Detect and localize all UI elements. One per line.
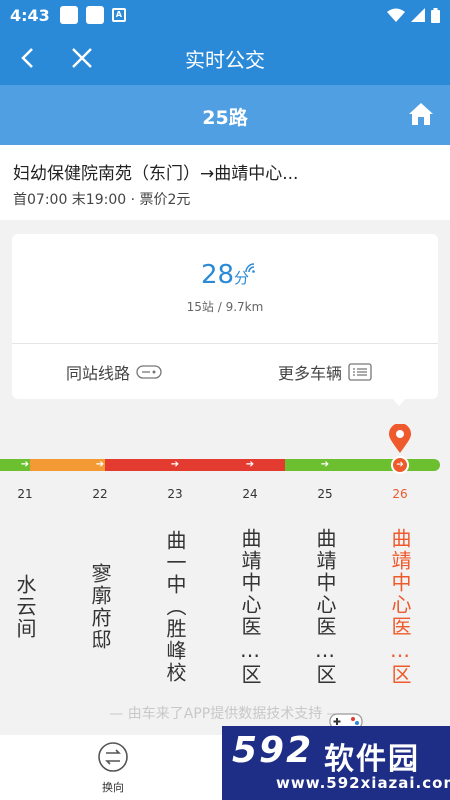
more-buses-button[interactable]: 更多车辆 [278, 344, 372, 399]
route-schedule: 首07:00 末19:00 · 票价2元 [13, 192, 191, 208]
line-segment [30, 459, 105, 471]
same-station-lines-button[interactable]: 同站线路 [66, 344, 162, 399]
reverse-label: 换向 [102, 781, 124, 794]
arrow-right-icon: ➔ [20, 459, 30, 470]
realtime-signal-icon [245, 263, 255, 273]
stop-item[interactable]: 21 水云间 [5, 487, 45, 707]
home-icon [409, 103, 433, 125]
data-credit: — 由车来了APP提供数据技术支持 — [109, 706, 341, 722]
notification-icon [85, 6, 104, 24]
stop-name: 曲一中︵胜峰校 [163, 530, 187, 684]
stop-name: 曲靖中心医…区 [313, 528, 337, 686]
arrow-right-icon: ➔ [245, 459, 255, 470]
status-time: 4:43 [10, 5, 50, 25]
route-line: ➔ ➔ ➔ ➔ ➔ [0, 459, 450, 471]
stop-number: 25 [317, 487, 333, 501]
status-bar: 4:43 A [0, 0, 450, 30]
eta-value: 28分 [12, 260, 438, 290]
reverse-direction-button[interactable]: 换向 [88, 741, 138, 795]
stop-number: 24 [242, 487, 258, 501]
stop-item-current[interactable]: 26 曲靖中心医…区 [380, 487, 420, 707]
list-icon [348, 362, 372, 381]
swap-icon [98, 742, 128, 772]
watermark-number: 592 [232, 730, 314, 771]
same-station-lines-label: 同站线路 [66, 363, 131, 383]
stop-item[interactable]: 23 曲一中︵胜峰校 [155, 487, 195, 707]
watermark-text: 软件园 [324, 742, 420, 777]
wifi-icon [387, 8, 405, 22]
eta-detail: 15站 / 9.7km [186, 300, 264, 314]
stop-item[interactable]: 24 曲靖中心医…区 [230, 487, 270, 707]
line-segment [285, 459, 440, 471]
stops-area: ➔ ➔ ➔ ➔ ➔ ➔ 21 水云间 22 寥廓府邸 23 曲一中︵胜峰校 24… [0, 405, 450, 735]
watermark: 592 软件园 www.592xiazai.com [222, 726, 450, 800]
stop-number: 23 [167, 487, 183, 501]
arrow-right-icon: ➔ [95, 459, 105, 470]
route-name: 25路 [202, 107, 248, 129]
eta-minutes: 28 [200, 260, 235, 290]
title-bar: 实时公交 [0, 30, 450, 85]
stop-name: 曲靖中心医…区 [388, 528, 412, 686]
eta-card: 28分 15站 / 9.7km 同站线路 更多车辆 [12, 234, 438, 399]
route-info-panel: 妇幼保健院南苑（东门）→曲靖中心... 首07:00 末19:00 · 票价2元 [0, 145, 450, 220]
more-buses-label: 更多车辆 [278, 363, 343, 383]
status-icons [387, 7, 440, 23]
stop-number: 26 [392, 487, 408, 501]
signal-icon [411, 8, 425, 22]
stop-item[interactable]: 22 寥廓府邸 [80, 487, 120, 707]
stop-number: 21 [17, 487, 33, 501]
stop-name: 水云间 [13, 574, 37, 640]
stop-item[interactable]: 25 曲靖中心医…区 [305, 487, 345, 707]
a-badge-icon: A [111, 8, 126, 22]
route-bar: 25路 [0, 85, 450, 145]
stop-name: 曲靖中心医…区 [238, 528, 262, 686]
battery-icon [431, 7, 440, 23]
home-button[interactable] [408, 101, 436, 129]
line-segment [105, 459, 285, 471]
stop-number: 22 [92, 487, 108, 501]
current-stop-marker: ➔ [391, 456, 409, 474]
route-direction: 妇幼保健院南苑（东门）→曲靖中心... [13, 164, 299, 184]
route-link-icon [136, 364, 162, 379]
location-pin-icon [389, 424, 411, 453]
stop-name: 寥廓府邸 [88, 563, 112, 651]
page-title: 实时公交 [185, 48, 265, 72]
watermark-url: www.592xiazai.com [276, 774, 450, 792]
notification-icon [59, 6, 78, 24]
arrow-right-icon: ➔ [170, 459, 180, 470]
arrow-right-icon: ➔ [320, 459, 330, 470]
